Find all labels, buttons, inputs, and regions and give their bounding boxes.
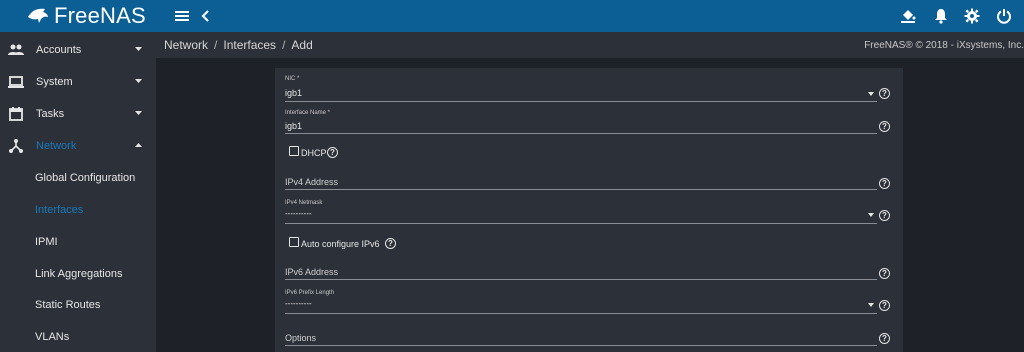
sidebar-subitem-label: Static Routes [35, 299, 101, 311]
auto-ipv6-label[interactable]: Auto configure IPv6 [301, 239, 380, 249]
nic-select[interactable]: NIC * igb1 [285, 76, 877, 102]
breadcrumb-separator: / [214, 38, 218, 52]
options-placeholder: Options [285, 333, 317, 343]
options-field[interactable]: Options [285, 330, 877, 346]
ipv4-netmask-label: IPv4 Netmask [285, 200, 323, 206]
chevron-left-icon[interactable] [196, 6, 216, 26]
sidebar-subitem-label: Interfaces [35, 204, 84, 216]
breadcrumb: Network / Interfaces / Add [164, 38, 313, 52]
ipv4-address-underline [285, 189, 877, 190]
ipv4-address-placeholder: IPv4 Address [285, 177, 339, 187]
sidebar-subitem-label: Link Aggregations [35, 268, 123, 280]
ipv4-netmask-value: ---------- [285, 209, 312, 218]
sidebar-subitem-global-configuration[interactable]: Global Configuration [0, 162, 156, 194]
freenas-logo[interactable]: FreeNAS [26, 2, 146, 30]
interface-name-field[interactable]: Interface Name * igb1 [285, 110, 877, 134]
theme-bucket-icon[interactable] [898, 6, 918, 26]
breadcrumb-network[interactable]: Network [164, 38, 208, 52]
interface-name-value: igb1 [285, 121, 303, 131]
auto-ipv6-help-icon[interactable]: ? [385, 238, 396, 249]
ipv6-prefix-value: ---------- [285, 299, 312, 308]
chevron-down-icon [135, 111, 142, 115]
copyright-text: FreeNAS® © 2018 - iXsystems, Inc. [864, 40, 1024, 51]
ipv6-address-placeholder: IPv6 Address [285, 267, 339, 277]
ipv6-prefix-underline [285, 313, 877, 314]
sidebar-subitem-label: Global Configuration [35, 172, 136, 184]
sidebar: Accounts System Tasks Network Global Con… [0, 32, 156, 352]
calendar-icon [9, 107, 23, 121]
ipv6-prefix-select[interactable]: IPv6 Prefix Length ---------- [285, 290, 877, 314]
dropdown-arrow-icon [868, 303, 874, 307]
sidebar-item-label: Tasks [36, 108, 65, 120]
nic-underline [285, 101, 877, 102]
ipv6-address-help-icon[interactable]: ? [879, 268, 890, 279]
logo-text: FreeNAS [54, 3, 146, 28]
ipv6-prefix-label: IPv6 Prefix Length [285, 290, 335, 296]
main-content: NIC * igb1 ? Interface Name * igb1 ? DHC… [156, 58, 1024, 352]
breadcrumb-add: Add [291, 38, 313, 52]
ipv6-address-field[interactable]: IPv6 Address [285, 264, 877, 280]
network-icon [9, 139, 23, 153]
sidebar-subitem-link-aggregations[interactable]: Link Aggregations [0, 258, 156, 290]
nic-value: igb1 [285, 88, 303, 98]
sidebar-subitem-static-routes[interactable]: Static Routes [0, 289, 156, 321]
interface-name-label: Interface Name * [285, 110, 331, 116]
gear-icon[interactable] [962, 6, 982, 26]
sidebar-subitem-vlans[interactable]: VLANs [0, 321, 156, 352]
ipv6-address-underline [285, 279, 877, 280]
auto-ipv6-checkbox[interactable] [289, 237, 299, 247]
ipv4-address-field[interactable]: IPv4 Address [285, 174, 877, 190]
breadcrumb-separator: / [282, 38, 286, 52]
ipv4-netmask-underline [285, 223, 877, 224]
freenas-shark-icon [28, 8, 48, 23]
ipv4-netmask-select[interactable]: IPv4 Netmask ---------- [285, 200, 877, 224]
sidebar-item-accounts[interactable]: Accounts [0, 34, 156, 66]
sidebar-item-label: System [36, 76, 73, 88]
dropdown-arrow-icon [868, 92, 874, 96]
chevron-down-icon [135, 47, 142, 51]
dhcp-checkbox[interactable] [289, 146, 299, 156]
options-help-icon[interactable]: ? [879, 333, 890, 344]
nic-label: NIC * [285, 76, 300, 82]
chevron-up-icon [135, 143, 142, 147]
sidebar-item-label: Network [36, 140, 77, 152]
options-underline [285, 345, 877, 346]
sidebar-subitem-label: VLANs [35, 331, 70, 343]
ipv6-prefix-help-icon[interactable]: ? [879, 300, 890, 311]
dropdown-arrow-icon [868, 213, 874, 217]
breadcrumb-bar: Network / Interfaces / Add FreeNAS® © 20… [156, 32, 1024, 58]
sidebar-subitem-ipmi[interactable]: IPMI [0, 226, 156, 258]
dhcp-label[interactable]: DHCP [301, 148, 327, 158]
sidebar-item-network[interactable]: Network [0, 130, 156, 162]
ipv4-address-help-icon[interactable]: ? [879, 178, 890, 189]
sidebar-item-tasks[interactable]: Tasks [0, 98, 156, 130]
interface-name-help-icon[interactable]: ? [879, 121, 890, 132]
breadcrumb-interfaces[interactable]: Interfaces [223, 38, 276, 52]
dhcp-help-icon[interactable]: ? [327, 147, 338, 158]
sidebar-item-label: Accounts [36, 44, 82, 56]
chevron-down-icon [135, 79, 142, 83]
laptop-icon [8, 76, 24, 88]
power-icon[interactable] [994, 6, 1014, 26]
interface-form-card: NIC * igb1 ? Interface Name * igb1 ? DHC… [275, 68, 903, 352]
nic-help-icon[interactable]: ? [879, 88, 890, 99]
interface-name-underline [285, 133, 877, 134]
people-icon [8, 44, 24, 55]
bell-icon[interactable] [931, 6, 951, 26]
ipv4-netmask-help-icon[interactable]: ? [879, 210, 890, 221]
sidebar-subitem-label: IPMI [35, 236, 58, 248]
menu-icon[interactable] [172, 6, 192, 26]
top-bar: FreeNAS [0, 0, 1024, 32]
sidebar-item-system[interactable]: System [0, 66, 156, 98]
sidebar-subitem-interfaces[interactable]: Interfaces [0, 194, 156, 226]
